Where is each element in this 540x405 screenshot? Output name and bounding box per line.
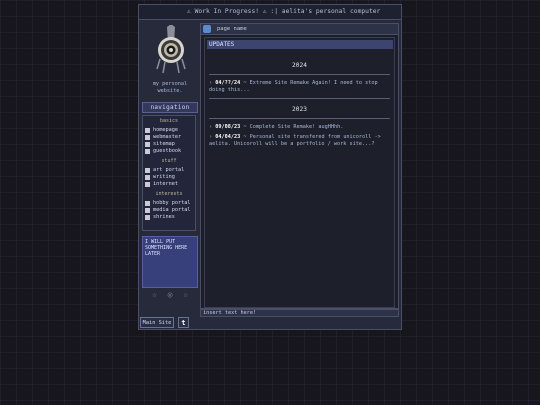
update-entry: › 04/??/24 ~ Extreme Site Remake Again! … bbox=[209, 80, 378, 93]
nav-item-guestbook[interactable]: guestbook bbox=[145, 148, 195, 155]
main-panel: page name UPDATES 2024 › 04/??/24 ~ Extr… bbox=[200, 23, 399, 309]
site-tagline: my personal website. bbox=[152, 81, 188, 94]
pencil-icon bbox=[145, 175, 150, 180]
nav-item-webmaster[interactable]: webmaster bbox=[145, 134, 195, 141]
nav-item-art-portal[interactable]: art portal bbox=[145, 167, 195, 174]
nav-item-shrines[interactable]: shrines bbox=[145, 214, 195, 221]
nav-section-stuff: stuff bbox=[161, 158, 177, 164]
home-icon[interactable] bbox=[203, 25, 211, 33]
update-entry: › 04/04/23 ~ Personal site transfered fr… bbox=[209, 134, 381, 147]
updates-heading: UPDATES bbox=[207, 40, 393, 49]
nav-item-media-portal[interactable]: media portal bbox=[145, 207, 195, 214]
nav-item-hobby-portal[interactable]: hobby portal bbox=[145, 200, 195, 207]
address-bar: page name bbox=[201, 24, 398, 35]
person-icon bbox=[145, 135, 150, 140]
house-icon bbox=[145, 128, 150, 133]
map-icon bbox=[145, 142, 150, 147]
eye-emblem-icon bbox=[156, 25, 186, 74]
updates-content[interactable]: UPDATES 2024 › 04/??/24 ~ Extreme Site R… bbox=[204, 37, 395, 308]
nav-section-basics: basics bbox=[159, 118, 179, 124]
nav-item-writing[interactable]: writing bbox=[145, 174, 195, 181]
navigation-heading: navigation bbox=[142, 102, 198, 113]
page-name: page name bbox=[217, 26, 247, 32]
palette-icon bbox=[145, 168, 150, 173]
nav-item-sitemap[interactable]: sitemap bbox=[145, 141, 195, 148]
main-site-button[interactable]: Main Site bbox=[140, 317, 174, 328]
divider bbox=[209, 98, 390, 99]
star-icon bbox=[145, 201, 150, 206]
marquee-text: ⚠ Work In Progress! ⚠ :| aelita's person… bbox=[187, 8, 381, 15]
placeholder-note: I WILL PUT SOMETHING HERE LATER bbox=[142, 236, 198, 288]
navigation-menu: basics homepage webmaster sitemap guestb… bbox=[142, 115, 196, 231]
nav-item-internet[interactable]: internet bbox=[145, 181, 195, 188]
divider bbox=[209, 74, 390, 75]
nav-item-homepage[interactable]: homepage bbox=[145, 127, 195, 134]
film-icon bbox=[145, 208, 150, 213]
nav-section-interests: interests bbox=[155, 191, 183, 197]
book-icon bbox=[145, 149, 150, 154]
update-entry: › 09/08/23 ~ Complete Site Remake! augHH… bbox=[209, 124, 344, 130]
status-bar: insert text here! bbox=[200, 309, 399, 317]
stars-decoration: ☆ ◎ ☆ bbox=[152, 290, 192, 299]
globe-icon bbox=[145, 182, 150, 187]
divider bbox=[209, 118, 390, 119]
year-heading: 2024 bbox=[292, 62, 307, 69]
shrine-icon bbox=[145, 215, 150, 220]
year-heading: 2023 bbox=[292, 106, 307, 113]
tumblr-button[interactable]: t bbox=[178, 317, 189, 328]
site-window: ⚠ Work In Progress! ⚠ :| aelita's person… bbox=[138, 4, 402, 330]
sidebar: my personal website. navigation basics h… bbox=[142, 23, 198, 305]
marquee-banner: ⚠ Work In Progress! ⚠ :| aelita's person… bbox=[139, 5, 401, 20]
